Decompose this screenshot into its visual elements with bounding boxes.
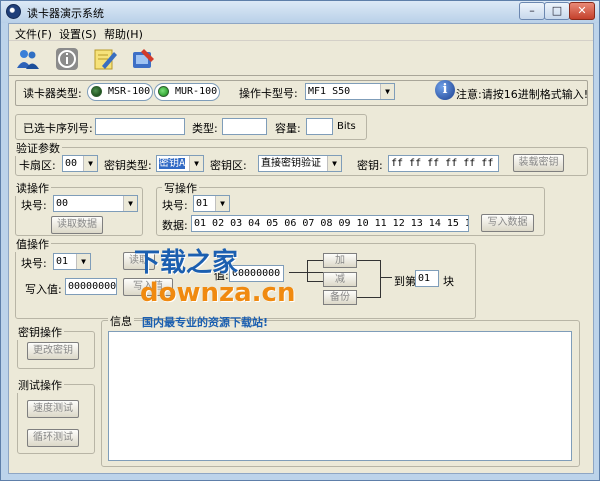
chevron-down-icon[interactable]: ▼: [380, 84, 394, 99]
key-area-label: 密钥区:: [210, 159, 247, 172]
serial-field[interactable]: [95, 118, 185, 135]
auth-title: 验证参数: [14, 140, 62, 156]
menu-settings[interactable]: 设置(S): [59, 26, 97, 42]
write-block-select[interactable]: 01 ▼: [193, 195, 230, 212]
flow-line: [307, 281, 323, 282]
title-bar[interactable]: 读卡器演示系统 – □ ✕: [1, 1, 599, 23]
subtract-button[interactable]: 减: [323, 272, 357, 287]
info-icon[interactable]: [54, 46, 80, 72]
reader-option-msr[interactable]: MSR-100: [87, 83, 153, 101]
window-title: 读卡器演示系统: [27, 7, 104, 20]
write-title: 写操作: [162, 180, 199, 196]
chevron-down-icon[interactable]: ▼: [327, 156, 341, 171]
menu-file[interactable]: 文件(F): [15, 26, 52, 42]
edit-icon[interactable]: [92, 46, 118, 72]
flow-line: [357, 260, 381, 261]
backup-button[interactable]: 备份: [323, 290, 357, 305]
users-icon[interactable]: [15, 46, 41, 72]
write-data-field[interactable]: 01 02 03 04 05 06 07 08 09 10 11 12 13 1…: [191, 215, 469, 232]
key-field[interactable]: ff ff ff ff ff ff: [388, 155, 499, 172]
value-block-label: 块号:: [21, 257, 47, 270]
write-value-label: 写入值:: [25, 283, 62, 296]
flow-line: [307, 260, 323, 261]
loop-test-button[interactable]: 循环测试: [27, 429, 79, 447]
app-window: 读卡器演示系统 – □ ✕ 文件(F) 设置(S) 帮助(H) 读卡器类型: M…: [0, 0, 600, 481]
key-label: 密钥:: [357, 159, 383, 172]
value-title: 值操作: [14, 236, 51, 252]
load-key-button[interactable]: 装载密钥: [513, 154, 564, 172]
add-button[interactable]: 加: [323, 253, 357, 268]
reader-option-mur[interactable]: MUR-100: [154, 83, 220, 101]
info-title: 信息: [108, 313, 134, 329]
tools-icon[interactable]: [130, 46, 156, 72]
target-block-field[interactable]: 01: [415, 270, 439, 287]
close-button[interactable]: ✕: [569, 2, 595, 20]
reader-option-mur-label: MUR-100: [175, 86, 218, 97]
read-data-button[interactable]: 读取数据: [51, 216, 103, 234]
flow-line: [380, 277, 392, 278]
read-block-select[interactable]: 00 ▼: [53, 195, 138, 212]
type-label: 类型:: [192, 122, 218, 135]
menu-help[interactable]: 帮助(H): [104, 26, 143, 42]
key-area-select[interactable]: 直接密钥验证 ▼: [258, 155, 342, 172]
flow-line: [380, 260, 381, 298]
chevron-down-icon[interactable]: ▼: [83, 156, 97, 171]
minimize-button[interactable]: –: [519, 2, 545, 20]
info-textarea[interactable]: [108, 331, 572, 461]
change-key-button[interactable]: 更改密钥: [27, 342, 79, 360]
key-type-select[interactable]: 密钥A ▼: [156, 155, 204, 172]
current-value-field[interactable]: 00000000: [229, 265, 284, 282]
maximize-button[interactable]: □: [544, 2, 570, 20]
read-block-label: 块号:: [21, 199, 47, 212]
type-field[interactable]: [222, 118, 267, 135]
menu-bar: 文件(F) 设置(S) 帮助(H): [9, 24, 593, 41]
key-type-value: 密钥A: [159, 158, 186, 169]
to-label: 到第: [394, 275, 416, 288]
chevron-down-icon[interactable]: ▼: [215, 196, 229, 211]
key-type-label: 密钥类型:: [104, 159, 152, 172]
write-block-label: 块号:: [162, 199, 188, 212]
radio-msr[interactable]: [91, 86, 102, 97]
read-title: 读操作: [14, 180, 51, 196]
read-block-value: 00: [56, 198, 69, 209]
app-icon: [6, 4, 21, 19]
card-model-select[interactable]: MF1 S50 ▼: [305, 83, 395, 100]
flow-line: [357, 297, 381, 298]
flow-line: [307, 260, 308, 282]
sector-select[interactable]: 00 ▼: [62, 155, 98, 172]
capacity-unit: Bits: [337, 121, 356, 132]
chevron-down-icon[interactable]: ▼: [189, 156, 203, 171]
reader-option-msr-label: MSR-100: [108, 86, 151, 97]
card-model-value: MF1 S50: [308, 86, 351, 97]
notice-info-icon: i: [435, 80, 455, 100]
chevron-down-icon[interactable]: ▼: [123, 196, 137, 211]
capacity-label: 容量:: [275, 122, 301, 135]
serial-label: 已选卡序列号:: [23, 122, 93, 135]
write-data-button[interactable]: 写入数据: [481, 214, 534, 232]
value-block-select[interactable]: 01 ▼: [53, 253, 91, 270]
reader-type-label: 读卡器类型:: [23, 87, 82, 100]
write-value-field[interactable]: 00000000: [65, 278, 117, 295]
read-value-button[interactable]: 读取: [123, 252, 155, 270]
value-block-value: 01: [56, 256, 69, 267]
speed-test-button[interactable]: 速度测试: [27, 400, 79, 418]
write-block-value: 01: [196, 198, 209, 209]
sector-label: 卡扇区:: [19, 159, 56, 172]
radio-mur[interactable]: [158, 86, 169, 97]
sector-value: 00: [65, 158, 78, 169]
flow-line: [289, 272, 323, 273]
key-area-value: 直接密钥验证: [261, 158, 321, 169]
client-area: 文件(F) 设置(S) 帮助(H) 读卡器类型: MSR-100 MUR-100…: [8, 23, 594, 474]
block-suffix-label: 块: [443, 275, 454, 288]
current-value-label: 值:: [214, 269, 229, 282]
write-data-label: 数据:: [162, 219, 188, 232]
chevron-down-icon[interactable]: ▼: [76, 254, 90, 269]
key-ops-title: 密钥操作: [16, 324, 64, 340]
card-model-label: 操作卡型号:: [239, 87, 298, 100]
notice-text: 注意:请按16进制格式输入!: [456, 88, 589, 101]
capacity-field[interactable]: [306, 118, 333, 135]
write-value-button[interactable]: 写入值: [123, 278, 173, 296]
toolbar: [9, 42, 593, 76]
test-ops-title: 测试操作: [16, 377, 64, 393]
